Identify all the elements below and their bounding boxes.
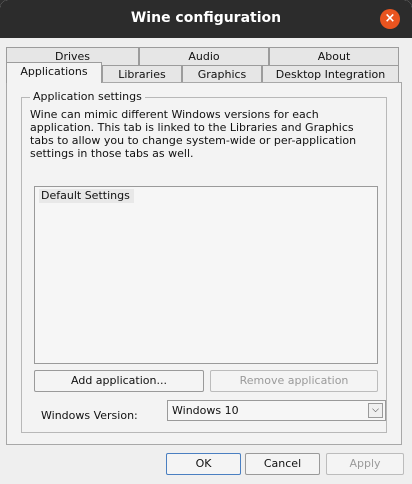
windows-version-select[interactable]: Windows 10 ⌵ (167, 400, 386, 421)
ok-button[interactable]: OK (166, 453, 241, 475)
tab-audio[interactable]: Audio (139, 47, 269, 65)
cancel-button[interactable]: Cancel (245, 453, 320, 475)
windows-version-label: Windows Version: (41, 409, 138, 422)
tab-about[interactable]: About (269, 47, 399, 65)
window-title: Wine configuration (130, 10, 282, 26)
remove-application-button[interactable]: Remove application (210, 370, 378, 392)
tab-desktop-integration[interactable]: Desktop Integration (262, 65, 399, 83)
windows-version-value: Windows 10 (172, 404, 239, 417)
tab-graphics[interactable]: Graphics (182, 65, 262, 83)
tab-libraries[interactable]: Libraries (102, 65, 182, 83)
applications-panel: Application settings Wine can mimic diff… (6, 82, 402, 445)
close-button[interactable]: × (380, 9, 400, 29)
chevron-down-icon[interactable]: ⌵ (368, 403, 383, 418)
wine-config-window: Wine configuration × Drives Audio About … (0, 0, 412, 484)
list-item[interactable]: Default Settings (39, 189, 134, 203)
close-icon: × (384, 11, 396, 26)
application-list[interactable]: Default Settings (34, 186, 378, 364)
application-settings-group: Application settings Wine can mimic diff… (21, 90, 387, 433)
tab-applications[interactable]: Applications (6, 62, 102, 83)
title-bar[interactable]: Wine configuration × (0, 0, 412, 38)
description-text: Wine can mimic different Windows version… (30, 108, 357, 160)
group-title: Application settings (30, 90, 145, 103)
window-body: Drives Audio About Applications Librarie… (0, 38, 412, 484)
apply-button[interactable]: Apply (326, 453, 404, 475)
add-application-button[interactable]: Add application... (34, 370, 204, 392)
